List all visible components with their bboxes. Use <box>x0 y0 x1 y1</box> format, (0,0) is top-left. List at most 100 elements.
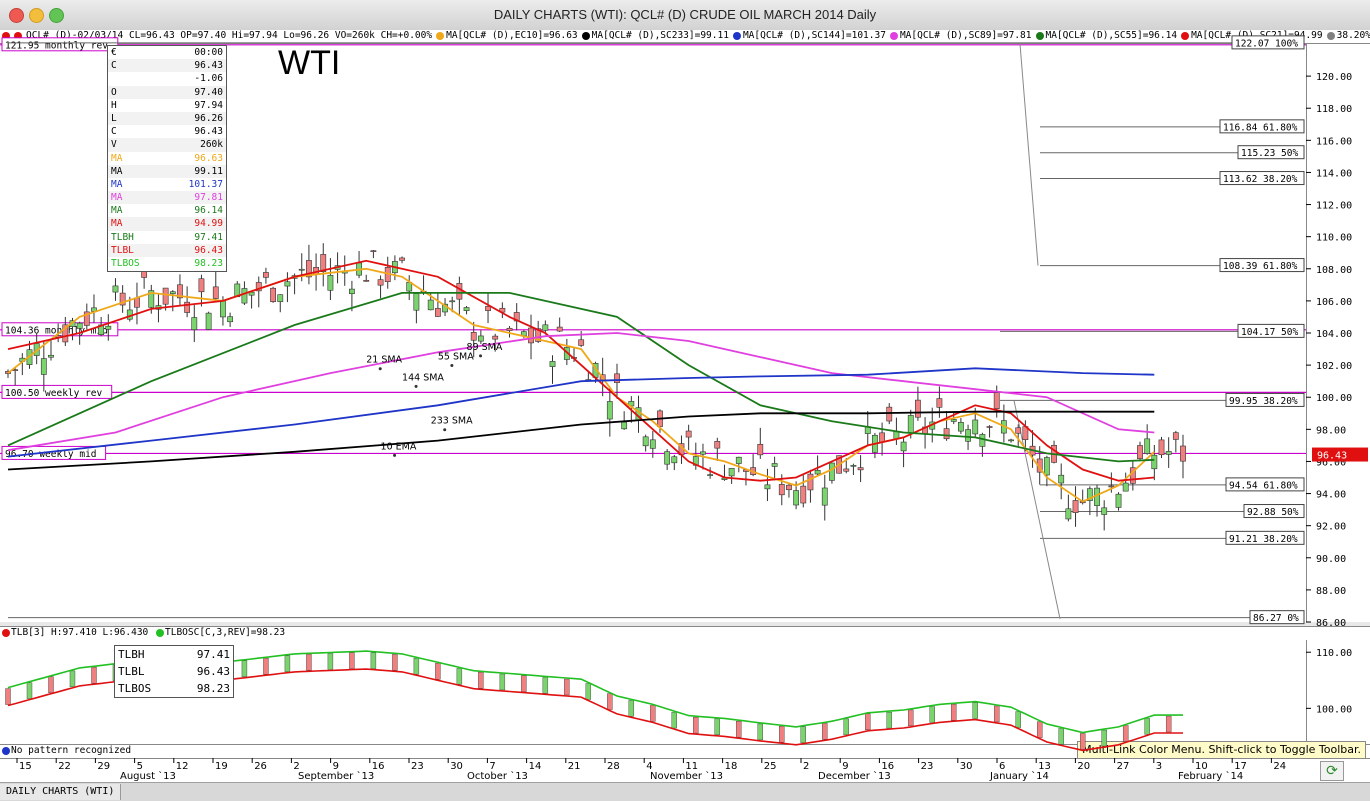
candle-body <box>434 308 441 317</box>
data-window-value: 97.41 <box>194 231 223 243</box>
x-tick-label: 24 <box>1273 761 1286 772</box>
candle-body <box>1015 427 1022 434</box>
tlb-block <box>908 709 914 727</box>
tlb-block <box>26 682 33 699</box>
candle-body <box>48 354 54 358</box>
candle-body <box>485 306 491 311</box>
tlb-block <box>284 655 291 672</box>
candle-body <box>162 287 169 305</box>
sub-y-tick-label: 100.00 <box>1316 704 1352 715</box>
candle-body <box>1115 493 1122 508</box>
ma-label-dot <box>414 384 418 388</box>
data-window-key: L <box>111 112 117 124</box>
tlb-block <box>263 658 269 675</box>
data-window-key: TLBL <box>111 244 134 256</box>
candle-body <box>241 288 248 304</box>
candle-body <box>936 398 943 408</box>
candle-body <box>900 441 907 452</box>
candle-body <box>614 373 620 383</box>
candle-body <box>778 484 785 496</box>
data-window-row: -1.06 <box>108 72 226 85</box>
candle-body <box>270 287 276 302</box>
fib-level-label: 116.84 61.80% <box>1223 122 1298 133</box>
y-tick-label: 92.00 <box>1316 522 1346 533</box>
candle-body <box>649 439 656 449</box>
fib-level-label: 113.62 38.20% <box>1223 174 1298 185</box>
candle-body <box>1180 445 1186 462</box>
fib-level-label: 91.21 38.20% <box>1229 534 1298 545</box>
candle-body <box>714 441 721 449</box>
tlb-block <box>349 652 355 669</box>
y-tick-label: 110.00 <box>1316 233 1352 244</box>
fib-level-label: 99.95 38.20% <box>1229 396 1298 407</box>
data-window-key: TLBH <box>111 231 134 243</box>
candle-body <box>370 250 377 252</box>
month-label: November `13 <box>650 770 723 782</box>
y-tick-label: 112.00 <box>1316 201 1352 212</box>
y-tick-label: 118.00 <box>1316 104 1352 115</box>
tlb-block <box>929 706 935 723</box>
data-window-value: 99.11 <box>194 165 223 177</box>
data-window[interactable]: €00:00 C 96.43 -1.06 O 97.40 H 97.94 L 96.26 C 96.4… <box>107 45 227 272</box>
data-window-row: TLBOS 98.23 <box>108 257 226 270</box>
month-label: August `13 <box>120 770 176 782</box>
candle-body <box>993 392 1000 410</box>
y-tick-label: 88.00 <box>1316 586 1346 597</box>
data-window-value: 97.94 <box>194 99 223 111</box>
candle-body <box>112 285 119 293</box>
x-tick-label: 3 <box>1156 761 1162 772</box>
candle-body <box>227 316 234 323</box>
pivot-level-label: 96.70 weekly mid <box>5 449 97 460</box>
tlb-block <box>5 688 11 705</box>
tlb-key: TLBL <box>118 665 145 678</box>
candle-body <box>821 487 828 506</box>
candle-body <box>191 317 198 331</box>
candle-body <box>349 288 355 295</box>
tlb-block <box>607 693 613 710</box>
candle-body <box>965 429 971 442</box>
data-window-row: MA 101.37 <box>108 178 226 191</box>
tlb-block <box>1122 725 1129 742</box>
data-window-key: H <box>111 99 117 111</box>
data-window-row: C 96.43 <box>108 59 226 73</box>
tlb-block <box>69 670 76 688</box>
x-tick-label: 23 <box>411 761 424 772</box>
tlb-value: 98.23 <box>196 682 230 695</box>
data-window-row: O 97.40 <box>108 85 226 99</box>
candle-body <box>277 294 284 302</box>
data-window-row: TLBH 97.41 <box>108 231 226 244</box>
candle-body <box>1072 500 1079 513</box>
candle-body <box>542 324 549 331</box>
candle-body <box>220 300 226 318</box>
tlb-block <box>542 677 549 694</box>
candle-body <box>477 335 484 342</box>
tlb-block <box>435 663 441 680</box>
candle-body <box>986 426 993 428</box>
tlb-values-box[interactable]: TLBH 97.41 TLBL 96.43 TLBOS 98.23 <box>114 645 234 698</box>
y-tick-label: 98.00 <box>1316 425 1346 436</box>
candle-body <box>1151 454 1158 470</box>
data-window-row: €00:00 <box>108 46 226 59</box>
tlb-key: TLBH <box>118 648 145 661</box>
ma-label-dot <box>450 363 454 367</box>
tlb-block <box>1079 733 1086 750</box>
x-tick-label: 20 <box>1077 761 1090 772</box>
candle-body <box>735 456 742 464</box>
data-window-value: 96.26 <box>194 112 223 124</box>
candle-body <box>879 432 885 443</box>
data-window-key: MA <box>111 152 123 164</box>
candle-body <box>907 415 914 434</box>
candle-body <box>40 358 47 375</box>
candle-body <box>857 467 864 471</box>
ma-label: 55 SMA <box>438 351 474 362</box>
x-tick-label: 14 <box>529 761 542 772</box>
data-window-key: C <box>111 126 117 138</box>
tlb-row: TLBH 97.41 <box>115 646 233 663</box>
candle-body <box>700 451 706 455</box>
tlb-block <box>779 726 785 743</box>
tlb-block <box>585 683 592 700</box>
candle-body <box>807 473 814 491</box>
tlb-block <box>693 716 699 734</box>
tlb-value: 97.41 <box>196 648 230 661</box>
data-window-row: MA 96.14 <box>108 204 226 217</box>
